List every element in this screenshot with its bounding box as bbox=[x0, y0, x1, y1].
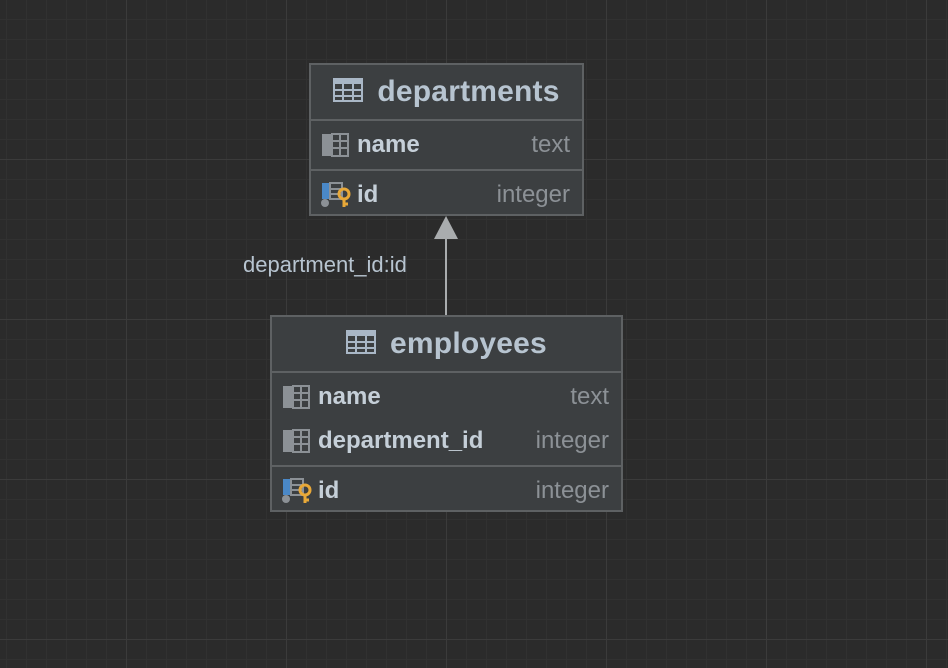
entity-title: departments bbox=[377, 75, 560, 108]
entity-header: departments bbox=[311, 65, 582, 121]
column-icon bbox=[282, 428, 312, 454]
column-name: id bbox=[357, 181, 379, 208]
column-row[interactable]: name text bbox=[311, 123, 582, 167]
relationship-arrowhead bbox=[434, 216, 458, 239]
entity-title: employees bbox=[390, 327, 547, 360]
column-icon bbox=[321, 132, 351, 158]
table-icon bbox=[333, 77, 364, 107]
column-type: text bbox=[531, 131, 570, 158]
column-row[interactable]: department_id integer bbox=[272, 419, 621, 463]
key-group: id integer bbox=[272, 467, 621, 515]
column-type: text bbox=[570, 383, 609, 410]
column-type: integer bbox=[535, 477, 609, 504]
column-icon bbox=[282, 384, 312, 410]
column-type: integer bbox=[496, 181, 570, 208]
column-group: name text bbox=[311, 121, 582, 171]
primary-key-icon bbox=[282, 478, 312, 504]
column-name: name bbox=[318, 383, 381, 410]
column-name: id bbox=[318, 477, 340, 504]
column-row[interactable]: id integer bbox=[311, 173, 582, 217]
column-row[interactable]: id integer bbox=[272, 469, 621, 513]
entity-departments[interactable]: departments name text id integer bbox=[309, 63, 584, 216]
relationship-label: department_id:id bbox=[243, 252, 407, 277]
column-name: name bbox=[357, 131, 420, 158]
key-group: id integer bbox=[311, 171, 582, 219]
column-type: integer bbox=[535, 427, 609, 454]
primary-key-icon bbox=[321, 182, 351, 208]
column-name: department_id bbox=[318, 427, 484, 454]
table-icon bbox=[346, 329, 377, 359]
diagram-canvas[interactable]: department_id:id departments name text i… bbox=[0, 0, 948, 668]
column-group: name text department_id integer bbox=[272, 373, 621, 467]
entity-header: employees bbox=[272, 317, 621, 373]
entity-employees[interactable]: employees name text department_id intege… bbox=[270, 315, 623, 512]
column-row[interactable]: name text bbox=[272, 375, 621, 419]
